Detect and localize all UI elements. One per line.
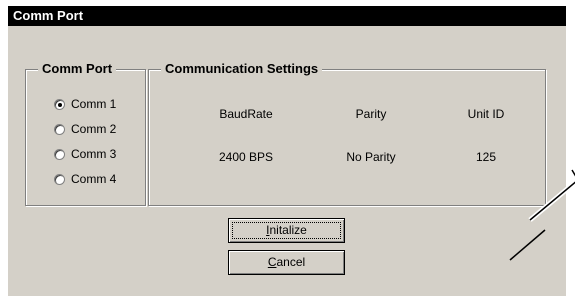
initialize-button-label: Initalize [266,223,307,237]
communication-settings-legend: Communication Settings [161,61,323,77]
header-parity: Parity [355,107,387,121]
header-unit-id: Unit ID [467,107,505,121]
radio-label: Comm 4 [71,172,117,186]
radio-comm-3[interactable]: Comm 3 [54,146,116,162]
value-baudrate: 2400 BPS [218,150,274,164]
radio-button[interactable] [54,123,65,135]
radio-label: Comm 1 [71,97,117,111]
radio-comm-2[interactable]: Comm 2 [54,121,116,137]
radio-comm-4[interactable]: Comm 4 [54,171,116,187]
label-rest: ancel [276,255,306,269]
window-title: Comm Port [8,6,566,26]
radio-button[interactable] [54,148,65,160]
comm-port-dialog: Comm Port Comm Port Comm 1 Comm 2 Comm 3… [8,6,566,296]
radio-label: Comm 3 [71,147,117,161]
value-unit-id: 125 [475,150,497,164]
header-baudrate: BaudRate [219,107,273,121]
radio-comm-1[interactable]: Comm 1 [54,96,116,112]
radio-button[interactable] [54,173,65,185]
cancel-button-label: Cancel [268,255,305,269]
label-rest: nitalize [269,223,307,237]
radio-label: Comm 2 [71,122,117,136]
communication-settings-group: Communication Settings BaudRate Parity U… [148,61,546,206]
radio-button-checked[interactable] [54,98,65,110]
cancel-button[interactable]: Cancel [228,250,345,275]
value-parity: No Parity [346,150,396,164]
initialize-button[interactable]: Initalize [228,218,345,243]
comm-port-group: Comm Port Comm 1 Comm 2 Comm 3 Comm 4 [25,61,146,206]
comm-port-group-legend: Comm Port [38,61,117,77]
